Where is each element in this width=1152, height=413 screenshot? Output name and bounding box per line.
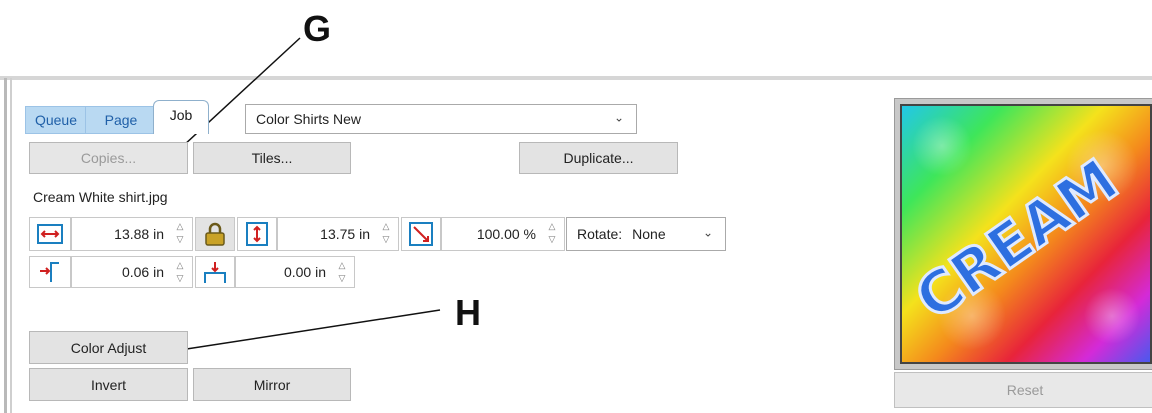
chevron-down-icon: ⌄ xyxy=(702,225,713,240)
rotate-select[interactable]: Rotate: None ⌄ xyxy=(566,217,726,251)
width-field[interactable]: 13.88 in △ ▽ xyxy=(71,217,193,251)
invert-button[interactable]: Invert xyxy=(29,368,188,401)
callout-h-line xyxy=(179,309,441,351)
left-offset-icon xyxy=(29,256,71,288)
copies-button[interactable]: Copies... xyxy=(29,142,188,174)
callout-g-label: G xyxy=(303,8,332,49)
profile-select-value: Color Shirts New xyxy=(256,111,362,127)
offset-x-spinner[interactable]: △ ▽ xyxy=(172,261,188,283)
tab-page[interactable]: Page xyxy=(85,106,157,134)
height-field[interactable]: 13.75 in △ ▽ xyxy=(277,217,399,251)
height-spinner[interactable]: △ ▽ xyxy=(378,222,394,244)
tab-bar: Queue Page Job xyxy=(25,100,210,134)
rotate-value: None xyxy=(632,226,666,242)
duplicate-button[interactable]: Duplicate... xyxy=(519,142,678,174)
reset-button[interactable]: Reset xyxy=(894,372,1152,408)
tiles-button[interactable]: Tiles... xyxy=(193,142,351,174)
chevron-down-icon: ⌄ xyxy=(613,110,624,125)
preview-image: CREAM xyxy=(900,104,1152,364)
rotate-label: Rotate: xyxy=(577,226,623,242)
offset-y-spinner[interactable]: △ ▽ xyxy=(334,261,350,283)
tab-queue[interactable]: Queue xyxy=(25,106,86,134)
offset-y-value: 0.00 in xyxy=(283,264,326,280)
profile-select[interactable]: Color Shirts New ⌄ xyxy=(245,104,637,134)
callout-g-line xyxy=(169,37,301,159)
color-adjust-button[interactable]: Color Adjust xyxy=(29,331,188,364)
width-value: 13.88 in xyxy=(114,226,164,242)
scale-spinner[interactable]: △ ▽ xyxy=(544,222,560,244)
scale-value: 100.00 % xyxy=(476,226,536,242)
scale-field[interactable]: 100.00 % △ ▽ xyxy=(441,217,565,251)
lock-icon[interactable] xyxy=(195,217,235,251)
width-spinner[interactable]: △ ▽ xyxy=(172,222,188,244)
top-offset-icon xyxy=(195,256,235,288)
offset-x-value: 0.06 in xyxy=(121,264,164,280)
mirror-button[interactable]: Mirror xyxy=(193,368,351,401)
file-name: Cream White shirt.jpg xyxy=(33,189,168,205)
callout-h-label: H xyxy=(455,292,481,333)
scale-diagonal-icon xyxy=(401,217,441,251)
tab-job[interactable]: Job xyxy=(153,100,209,134)
offset-x-field[interactable]: 0.06 in △ ▽ xyxy=(71,256,193,288)
height-arrows-icon xyxy=(237,217,277,251)
width-arrows-icon xyxy=(29,217,71,251)
height-value: 13.75 in xyxy=(320,226,370,242)
offset-y-field[interactable]: 0.00 in △ ▽ xyxy=(235,256,355,288)
